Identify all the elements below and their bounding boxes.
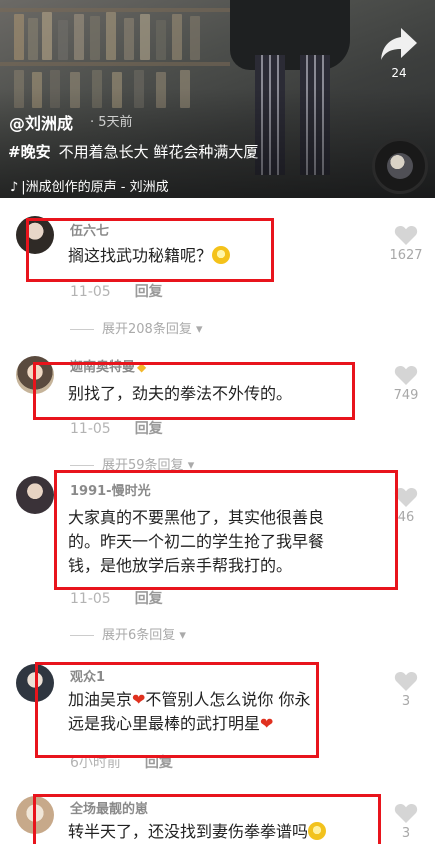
comment-date: 11-05: [70, 421, 111, 437]
chevron-down-icon: ▾: [195, 322, 203, 337]
expand-replies-label: 展开6条回复: [102, 628, 176, 643]
divider-line: [70, 465, 94, 466]
highlight-box: [26, 218, 274, 282]
book-decoration: [156, 20, 166, 60]
comment-date: 11-05: [70, 284, 111, 300]
music-title: |洲成创作的原声 - 刘洲成: [21, 180, 169, 195]
comment-date: 11-05: [70, 591, 111, 607]
book-decoration: [106, 12, 116, 60]
divider-line: [70, 635, 94, 636]
comment-meta: 11-05 回复: [70, 418, 163, 438]
like-count: 3: [401, 694, 411, 709]
like-count: 1627: [389, 248, 423, 263]
book-decoration: [74, 14, 84, 60]
like-count: 3: [401, 826, 411, 841]
like-button[interactable]: 3: [388, 802, 424, 841]
book-decoration: [58, 20, 68, 60]
comment-meta: 11-05 回复: [70, 588, 163, 608]
book-decoration: [172, 14, 182, 60]
video-caption: #晚安 不用着急长大 鲜花会种满大厦: [8, 141, 258, 162]
highlight-box: [33, 362, 355, 420]
divider-line: [70, 329, 94, 330]
like-button[interactable]: 3: [388, 670, 424, 709]
comment-item: 观众1 加油吴京❤不管别人怎么说你 你永 远是我心里最棒的武打明星❤ 6小时前回…: [0, 648, 435, 788]
expand-replies[interactable]: 展开6条回复 ▾: [70, 624, 186, 643]
bookshelf-decoration: [0, 62, 230, 66]
video-player[interactable]: 24 @刘洲成 · 5天前 #晚安 不用着急长大 鲜花会种满大厦 ♪ |洲成创作的原…: [0, 0, 435, 198]
music-disc-button[interactable]: [372, 138, 428, 194]
reply-button[interactable]: 回复: [135, 284, 163, 300]
heart-icon: [394, 225, 418, 245]
heart-icon: [394, 365, 418, 385]
author-name[interactable]: @刘洲成: [9, 110, 73, 134]
like-button[interactable]: 1627: [388, 224, 424, 263]
expand-replies-label: 展开208条回复: [102, 322, 192, 337]
book-decoration: [90, 16, 100, 60]
book-decoration: [124, 18, 134, 60]
music-info[interactable]: ♪ |洲成创作的原声 - 刘洲成: [10, 176, 169, 195]
share-count: 24: [391, 66, 407, 80]
heart-icon: [394, 671, 418, 691]
reply-button[interactable]: 回复: [135, 591, 163, 607]
highlight-box: [33, 794, 381, 844]
highlight-box: [54, 470, 398, 590]
book-decoration: [28, 18, 38, 60]
comment-item: 迦南奥特曼 ◆ 别找了，劲夫的拳法不外传的。 11-05 回复 展开59条回复 ▾ …: [0, 348, 435, 473]
expand-replies[interactable]: 展开208条回复 ▾: [70, 318, 203, 337]
music-note-icon: ♪: [10, 180, 19, 195]
hashtag-link[interactable]: #晚安: [8, 143, 51, 161]
chevron-down-icon: ▾: [179, 628, 186, 643]
comment-meta: 11-05 回复: [70, 281, 163, 301]
comment-item: 1991-慢时光 大家真的不要黑他了，其实他很善良 的。昨天一个初二的学生抢了我…: [0, 468, 435, 648]
posted-time: · 5天前: [90, 115, 133, 130]
book-decoration: [140, 14, 150, 60]
caption-text: 不用着急长大 鲜花会种满大厦: [58, 143, 259, 161]
reply-button[interactable]: 回复: [135, 421, 163, 437]
highlight-box: [35, 662, 319, 758]
music-disc-cover: [387, 153, 413, 179]
comment-item: 伍六七 搁这找武功秘籍呢？ 11-05 回复 展开208条回复 ▾ 1627: [0, 198, 435, 348]
book-decoration: [14, 14, 24, 60]
like-button[interactable]: 749: [388, 364, 424, 403]
book-decoration: [42, 12, 52, 60]
share-arrow-icon: [381, 28, 417, 60]
comment-item: 全场最靓的崽 转半天了，还没找到妻伤拳拳谱吗 3: [0, 788, 435, 844]
share-button[interactable]: [377, 22, 421, 66]
heart-icon: [394, 803, 418, 823]
person-figure: [230, 0, 350, 70]
book-decoration: [190, 16, 200, 60]
like-count: 749: [393, 388, 419, 403]
avatar[interactable]: [16, 476, 54, 514]
